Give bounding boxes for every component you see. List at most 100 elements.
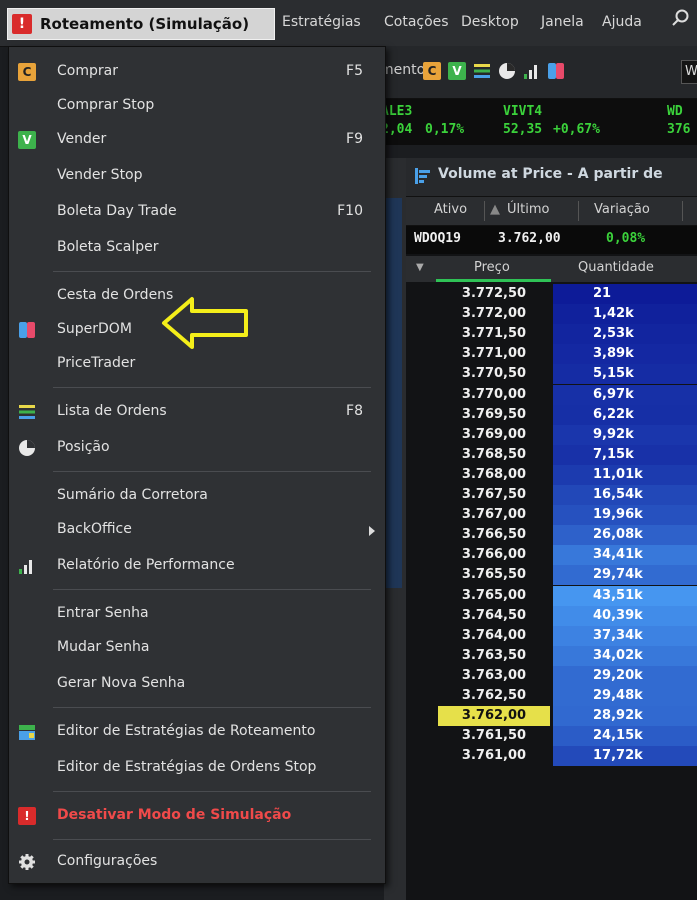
quantity-cell: 34,02k: [553, 645, 697, 666]
price-book-row[interactable]: 3.763,00 29,20k: [406, 665, 697, 686]
quantity-cell: 21: [553, 284, 697, 304]
price-book-row[interactable]: 3.768,50 7,15k: [406, 444, 697, 465]
price-book-row[interactable]: 3.770,00 6,97k: [406, 384, 697, 405]
buy-toolbar-button[interactable]: C: [423, 62, 441, 80]
price-cell: 3.772,50: [461, 286, 527, 301]
menu-item-gerar-nova-senha[interactable]: Gerar Nova Senha: [9, 667, 385, 701]
toolbar-symbol-field[interactable]: W: [681, 60, 697, 84]
ticker-3-symbol[interactable]: WD: [667, 104, 683, 119]
menu-item-lista-de-ordens[interactable]: Lista de Ordens F8: [9, 395, 385, 429]
menu-item-posicao[interactable]: Posição: [9, 431, 385, 465]
volume-at-price-summary-row[interactable]: WDOQ19 3.762,00 0,08%: [406, 226, 697, 254]
price-book-row[interactable]: 3.769,50 6,22k: [406, 404, 697, 425]
volume-at-price-panel: Volume at Price - A partir de Ativo ▲ Úl…: [406, 158, 697, 900]
menu-item-desativar-simulacao[interactable]: ! Desativar Modo de Simulação: [9, 799, 385, 833]
quantity-cell: 24,15k: [553, 726, 697, 747]
quantity-cell: 9,92k: [553, 424, 697, 445]
menu-separator: [53, 387, 371, 388]
price-book-row[interactable]: 3.762,50 29,48k: [406, 686, 697, 706]
menu-item-sumario-da-corretora[interactable]: Sumário da Corretora: [9, 479, 385, 513]
order-list-icon[interactable]: [473, 62, 491, 80]
price-book-row[interactable]: 3.764,50 40,39k: [406, 605, 697, 626]
price-book-row[interactable]: 3.771,00 3,89k: [406, 344, 697, 365]
menu-cotacoes[interactable]: Cotações: [384, 0, 449, 44]
menu-estrategias[interactable]: Estratégias: [282, 0, 361, 44]
menu-ajuda[interactable]: Ajuda: [602, 0, 642, 44]
price-cell: 3.771,00: [461, 346, 527, 362]
menu-item-relatorio-de-performance[interactable]: Relatório de Performance: [9, 549, 385, 583]
menu-separator: [53, 791, 371, 792]
menu-desktop[interactable]: Desktop: [461, 0, 519, 44]
sell-toolbar-button[interactable]: V: [448, 62, 466, 80]
price-book-row[interactable]: 3.767,50 16,54k: [406, 485, 697, 505]
price-book-row[interactable]: 3.761,00 17,72k: [406, 746, 697, 767]
price-book-row[interactable]: 3.771,50 2,53k: [406, 324, 697, 345]
menu-item-editor-roteamento[interactable]: Editor de Estratégias de Roteamento: [9, 715, 385, 749]
quantity-cell: 40,39k: [553, 605, 697, 626]
menu-janela[interactable]: Janela: [541, 0, 584, 44]
menu-item-boleta-day-trade-label: Boleta Day Trade: [57, 203, 177, 219]
volume-at-price-title: Volume at Price - A partir de: [438, 166, 663, 182]
price-cell: 3.768,50: [461, 446, 527, 462]
quantity-cell: 2,53k: [553, 324, 697, 345]
shortcut-f10: F10: [337, 203, 363, 219]
column-separator: [682, 201, 683, 221]
price-book-row[interactable]: 3.770,50 5,15k: [406, 364, 697, 385]
menu-roteamento[interactable]: ! Roteamento (Simulação): [7, 8, 275, 40]
superdom-toolbar-icon[interactable]: [547, 62, 565, 80]
price-book-row[interactable]: 3.772,00 1,42k: [406, 304, 697, 325]
price-cell: 3.764,00: [461, 627, 527, 643]
price-book-row[interactable]: 3.766,50 26,08k: [406, 525, 697, 546]
search-icon[interactable]: [672, 9, 690, 27]
price-cell: 3.765,00: [461, 587, 527, 603]
col-preco[interactable]: Preço: [474, 260, 510, 275]
price-book-header: ▼ Preço Quantidade: [406, 256, 697, 282]
col-ativo[interactable]: Ativo: [434, 202, 467, 217]
col-variacao[interactable]: Variação: [594, 202, 650, 217]
price-book-row[interactable]: 3.767,00 19,96k: [406, 505, 697, 526]
price-book-row[interactable]: 3.763,50 34,02k: [406, 645, 697, 666]
menu-separator: [53, 839, 371, 840]
menu-item-boleta-day-trade[interactable]: Boleta Day Trade F10: [9, 195, 385, 229]
price-book-row[interactable]: 3.768,00 11,01k: [406, 464, 697, 485]
price-book-row[interactable]: 3.764,00 37,34k: [406, 625, 697, 646]
quantity-cell: 37,34k: [553, 625, 697, 646]
price-book-row[interactable]: 3.766,00 34,41k: [406, 545, 697, 566]
performance-chart-icon[interactable]: [523, 62, 541, 80]
quantity-cell: 34,41k: [553, 545, 697, 566]
ticker-2-symbol[interactable]: VIVT4: [503, 104, 542, 119]
col-quantidade[interactable]: Quantidade: [578, 260, 654, 275]
toolbar-fragment-text: mento: [380, 62, 426, 78]
price-book-row[interactable]: 3.772,50 21: [406, 284, 697, 304]
menu-item-backoffice[interactable]: BackOffice: [9, 513, 385, 547]
annotation-arrow-icon: [162, 297, 248, 349]
col-ultimo[interactable]: Último: [507, 202, 549, 217]
price-book-row[interactable]: 3.769,00 9,92k: [406, 424, 697, 445]
menu-item-vender[interactable]: V Vender F9: [9, 123, 385, 157]
menu-item-superdom-label: SuperDOM: [57, 321, 132, 337]
position-pie-icon: [19, 440, 35, 456]
sell-icon: V: [18, 131, 36, 149]
menu-item-boleta-scalper[interactable]: Boleta Scalper: [9, 231, 385, 265]
summary-variacao: 0,08%: [606, 231, 646, 246]
performance-chart-icon: [19, 560, 32, 574]
price-cell: 3.761,00: [461, 748, 527, 764]
price-book-row[interactable]: 3.761,50 24,15k: [406, 726, 697, 747]
menu-item-comprar-stop[interactable]: Comprar Stop: [9, 89, 385, 123]
price-cell: 3.770,00: [461, 386, 527, 402]
menu-item-mudar-senha[interactable]: Mudar Senha: [9, 631, 385, 665]
menu-item-comprar[interactable]: C Comprar F5: [9, 55, 385, 89]
price-book-row[interactable]: 3.765,50 29,74k: [406, 565, 697, 586]
menu-item-vender-stop[interactable]: Vender Stop: [9, 159, 385, 193]
menu-item-sumario-label: Sumário da Corretora: [57, 487, 208, 503]
price-book-row[interactable]: 3.762,00 28,92k: [406, 706, 697, 727]
price-book-row[interactable]: 3.765,00 43,51k: [406, 585, 697, 606]
volume-at-price-icon: [415, 168, 430, 184]
menu-item-configuracoes[interactable]: Configurações: [9, 845, 385, 879]
menu-item-entrar-senha[interactable]: Entrar Senha: [9, 597, 385, 631]
position-pie-icon[interactable]: [498, 62, 516, 80]
menu-item-editor-ordens-stop[interactable]: Editor de Estratégias de Ordens Stop: [9, 751, 385, 785]
background-panel-strip: [384, 158, 407, 900]
quantity-cell: 16,54k: [553, 485, 697, 505]
menu-item-posicao-label: Posição: [57, 439, 110, 455]
